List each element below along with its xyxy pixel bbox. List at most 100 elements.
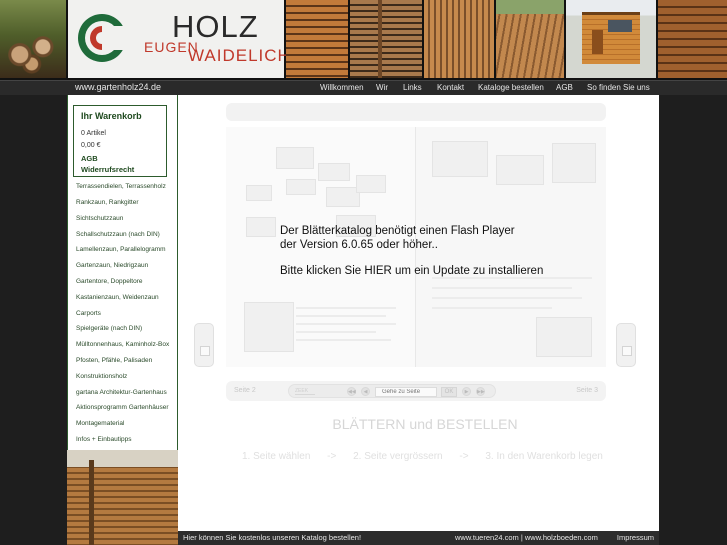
main-content: Der Blätterkatalog benötigt einen Flash … bbox=[178, 95, 659, 531]
catalog-text-line bbox=[296, 307, 396, 309]
catalog-text-line bbox=[296, 339, 391, 341]
catalog-product-image bbox=[244, 302, 294, 352]
step-arrow: -> bbox=[459, 451, 469, 462]
sidebar-link-muelltonnenhaus[interactable]: Mülltonnenhaus, Kaminholz-Box bbox=[76, 341, 169, 348]
catalog-product-image bbox=[286, 179, 316, 195]
footer-catalog-link[interactable]: Hier können Sie kostenlos unseren Katalo… bbox=[183, 533, 361, 542]
floppy-icon bbox=[622, 346, 632, 356]
flash-player-notice: Der Blätterkatalog benötigt einen Flash … bbox=[280, 225, 590, 279]
catalog-text-line bbox=[432, 297, 582, 299]
sidebar-link-lamellenzaun[interactable]: Lamellenzaun, Parallelogramm bbox=[76, 246, 166, 253]
catalog-product-image bbox=[432, 141, 488, 177]
sidebar-link-spielgeraete[interactable]: Spielgeräte (nach DIN) bbox=[76, 325, 142, 332]
step-1: 1. Seite wählen bbox=[242, 451, 311, 462]
logo-waidelich-text: WAIDELICH bbox=[188, 46, 291, 65]
cart-item-count: 0 Artikel bbox=[81, 130, 106, 137]
catalog-product-image bbox=[496, 155, 544, 185]
first-page-button[interactable]: ◀◀ bbox=[347, 387, 356, 396]
nav-willkommen[interactable]: Willkommen bbox=[320, 83, 364, 92]
sidebar-link-sichtschutzzaun[interactable]: Sichtschutzzaun bbox=[76, 215, 123, 222]
photo-logs bbox=[0, 0, 66, 78]
logo-ring-icon bbox=[78, 14, 128, 62]
flash-update-link[interactable]: Bitte klicken Sie HIER um ein Update zu … bbox=[280, 265, 590, 279]
step-arrow: -> bbox=[327, 451, 337, 462]
step-3: 3. In den Warenkorb legen bbox=[485, 451, 603, 462]
sidebar-link-kastanienzaun[interactable]: Kastanienzaun, Weidenzaun bbox=[76, 294, 159, 301]
nav-agb[interactable]: AGB bbox=[556, 83, 573, 92]
cart-widerruf-link[interactable]: Widerrufsrecht bbox=[81, 165, 134, 174]
sidebar-link-gartana[interactable]: gartana Architektur-Gartenhaus bbox=[76, 389, 167, 396]
flipbook-catalog[interactable]: Der Blätterkatalog benötigt einen Flash … bbox=[226, 127, 606, 367]
page-navigation-pill: ZEEK ◀◀ ◀ OK ▶ ▶▶ bbox=[288, 384, 496, 398]
sidebar-link-gartenzaun[interactable]: Gartenzaun, Niedrigzaun bbox=[76, 262, 148, 269]
catalog-product-image bbox=[246, 185, 272, 201]
sidebar-link-terrassendielen[interactable]: Terrassendielen, Terrassenholz bbox=[76, 183, 166, 190]
flash-notice-line2: der Version 6.0.65 oder höher.. bbox=[280, 238, 438, 251]
photo-fence-horizontal bbox=[286, 0, 348, 78]
nav-links[interactable]: Links bbox=[403, 83, 422, 92]
catalog-product-image bbox=[356, 175, 386, 193]
logo[interactable]: HOLZ EUGEN WAIDELICH bbox=[68, 0, 290, 78]
flash-notice-line1: Der Blätterkatalog benötigt einen Flash … bbox=[280, 225, 515, 237]
cart-total: 0,00 € bbox=[81, 142, 101, 149]
top-navigation: www.gartenholz24.de Willkommen Wir Links… bbox=[0, 80, 727, 95]
footer-partner-links[interactable]: www.tueren24.com | www.holzboeden.com bbox=[455, 533, 598, 542]
garden-house-door bbox=[592, 30, 603, 54]
cart-title[interactable]: Ihr Warenkorb bbox=[81, 111, 142, 121]
catalog-product-image bbox=[318, 163, 350, 181]
catalog-product-image bbox=[276, 147, 314, 169]
catalog-product-image bbox=[326, 187, 360, 207]
catalog-prev-arrow[interactable] bbox=[194, 323, 214, 367]
next-page-button[interactable]: ▶ bbox=[462, 387, 471, 396]
sidebar-link-schallschutzzaun[interactable]: Schallschutzzaun (nach DIN) bbox=[76, 231, 160, 238]
photo-garden-house bbox=[566, 0, 656, 78]
last-page-button[interactable]: ▶▶ bbox=[476, 387, 485, 396]
cart-box: Ihr Warenkorb 0 Artikel 0,00 € AGB Wider… bbox=[73, 105, 167, 177]
nav-kontakt[interactable]: Kontakt bbox=[437, 83, 464, 92]
header-banner: HOLZ EUGEN WAIDELICH bbox=[0, 0, 727, 80]
sidebar-link-carports[interactable]: Carports bbox=[76, 310, 101, 317]
sidebar-link-konstruktionsholz[interactable]: Konstruktionsholz bbox=[76, 373, 127, 380]
floppy-icon bbox=[200, 346, 210, 356]
catalog-text-line bbox=[432, 287, 572, 289]
sidebar-link-aktionsprogramm[interactable]: Aktionsprogramm Gartenhäuser bbox=[76, 404, 169, 411]
catalog-text-line bbox=[296, 331, 376, 333]
cart-agb-link[interactable]: AGB bbox=[81, 154, 98, 163]
goto-ok-button[interactable]: OK bbox=[441, 387, 457, 397]
sidebar-link-rankzaun[interactable]: Rankzaun, Rankgitter bbox=[76, 199, 139, 206]
site-url[interactable]: www.gartenholz24.de bbox=[75, 82, 161, 92]
step-2: 2. Seite vergrössern bbox=[353, 451, 443, 462]
page-headline: BLÄTTERN und BESTELLEN bbox=[332, 416, 518, 432]
catalog-product-image bbox=[552, 143, 596, 183]
page-label-left: Seite 2 bbox=[234, 387, 256, 394]
footer-impressum-link[interactable]: Impressum bbox=[617, 533, 654, 542]
catalog-product-image bbox=[536, 317, 592, 357]
photo-fence-dark bbox=[658, 0, 727, 78]
nav-so-finden-sie-uns[interactable]: So finden Sie uns bbox=[587, 83, 650, 92]
photo-decking bbox=[496, 0, 564, 78]
order-steps: 1. Seite wählen -> 2. Seite vergrössern … bbox=[242, 451, 617, 462]
sidebar-photo-fence bbox=[67, 450, 178, 545]
catalog-next-arrow[interactable] bbox=[616, 323, 636, 367]
nav-wir[interactable]: Wir bbox=[376, 83, 388, 92]
catalog-text-line bbox=[296, 315, 386, 317]
goto-page-input[interactable] bbox=[375, 387, 437, 397]
nav-kataloge-bestellen[interactable]: Kataloge bestellen bbox=[478, 83, 544, 92]
fence-post bbox=[89, 460, 94, 545]
prev-page-button[interactable]: ◀ bbox=[361, 387, 370, 396]
photo-fence-vertical bbox=[424, 0, 494, 78]
sidebar-link-infos[interactable]: Infos + Einbautipps bbox=[76, 436, 131, 443]
garden-house-window bbox=[608, 20, 632, 32]
footer: Hier können Sie kostenlos unseren Katalo… bbox=[178, 531, 659, 545]
catalog-product-image bbox=[246, 217, 276, 237]
page-label-right: Seite 3 bbox=[576, 387, 598, 394]
sidebar-link-montagematerial[interactable]: Montagematerial bbox=[76, 420, 124, 427]
catalog-controls: Seite 2 ZEEK ◀◀ ◀ OK ▶ ▶▶ Seite 3 bbox=[226, 381, 606, 401]
catalog-text-line bbox=[296, 323, 396, 325]
catalog-top-bar bbox=[226, 103, 606, 121]
sidebar-link-pfosten[interactable]: Pfosten, Pfähle, Palisaden bbox=[76, 357, 152, 364]
sidebar-link-gartentore[interactable]: Gartentore, Doppeltore bbox=[76, 278, 142, 285]
zoom-logo-icon: ZEEK bbox=[295, 388, 315, 395]
sidebar: Ihr Warenkorb 0 Artikel 0,00 € AGB Wider… bbox=[67, 95, 178, 450]
photo-fence-gate bbox=[350, 0, 422, 78]
